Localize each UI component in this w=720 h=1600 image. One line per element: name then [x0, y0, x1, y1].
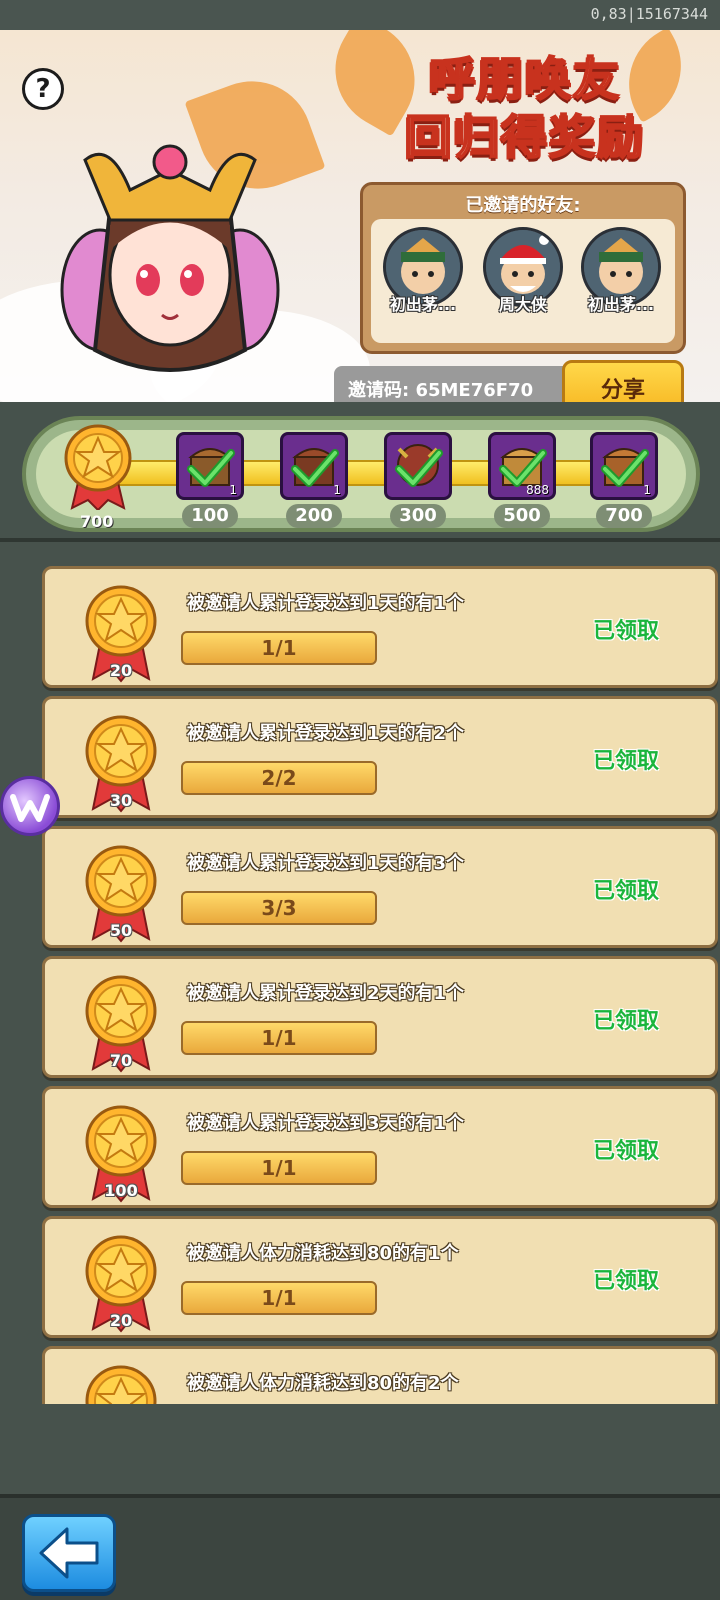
share-button[interactable]: 分享	[562, 360, 684, 402]
invite-friends-screen: 0,83|15167344 ? 呼朋唤友 回归得奖励 已邀请的好友: 初出茅..…	[0, 0, 720, 1600]
reward-points: 100	[104, 1181, 138, 1200]
invited-friends-panel: 已邀请的好友: 初出茅... 周大侠 初出茅...	[360, 182, 686, 354]
claimed-status[interactable]: 已领取	[593, 1263, 659, 1295]
task-progress-bar: 1/1	[181, 1021, 377, 1055]
milestone-chest[interactable]: 1 700	[590, 432, 658, 528]
reward-points: 70	[109, 1051, 133, 1070]
task-row: 70 被邀请人累计登录达到2天的有1个 1/1 已领取	[42, 956, 718, 1078]
task-description: 被邀请人体力消耗达到80的有2个	[187, 1373, 459, 1394]
milestone-points: 300	[390, 504, 446, 528]
invited-friends-list: 初出茅... 周大侠 初出茅...	[371, 219, 675, 343]
task-description: 被邀请人累计登录达到1天的有3个	[187, 853, 465, 874]
task-description: 被邀请人累计登录达到3天的有1个	[187, 1113, 465, 1134]
friend-item[interactable]: 周大侠	[475, 227, 571, 315]
friend-item[interactable]: 初出茅...	[375, 227, 471, 315]
task-list[interactable]: 20 被邀请人累计登录达到1天的有1个 1/1 已领取 30 被邀请人累计登录达…	[0, 546, 720, 1404]
friend-item[interactable]: 初出茅...	[573, 227, 669, 315]
milestone-chest[interactable]: 1 200	[280, 432, 348, 528]
treasure-chest-icon: 888	[488, 432, 556, 500]
treasure-chest-icon: 1	[280, 432, 348, 500]
chest-count: 1	[333, 483, 341, 497]
claimed-status[interactable]: 已领取	[593, 743, 659, 775]
star-medal-icon	[85, 1365, 157, 1404]
status-text: 0,83|15167344	[590, 5, 708, 23]
status-bar: 0,83|15167344	[0, 0, 720, 30]
task-row: 30 被邀请人累计登录达到1天的有2个 2/2 已领取	[42, 696, 718, 818]
milestone-points: 500	[494, 504, 550, 528]
task-progress-bar: 1/1	[181, 631, 377, 665]
milestone-chest[interactable]: 300	[384, 432, 452, 528]
friend-name: 周大侠	[498, 295, 547, 314]
reward-points: 20	[109, 1311, 133, 1330]
w-logo-icon[interactable]	[0, 776, 60, 836]
bottom-bar	[0, 1494, 720, 1600]
reward-points: 30	[109, 791, 133, 810]
hero-character-portrait	[60, 144, 280, 372]
task-description: 被邀请人累计登录达到2天的有1个	[187, 983, 465, 1004]
claimed-status[interactable]: 已领取	[593, 613, 659, 645]
task-description: 被邀请人累计登录达到1天的有2个	[187, 723, 465, 744]
star-medal-icon	[64, 424, 132, 510]
banner: ? 呼朋唤友 回归得奖励 已邀请的好友: 初出茅... 周大侠 初出茅... 邀…	[0, 30, 720, 402]
treasure-chest-icon: 1	[590, 432, 658, 500]
title-line-1: 呼朋唤友	[428, 51, 621, 107]
task-row: 被邀请人体力消耗达到80的有2个	[42, 1346, 718, 1404]
treasure-chest-icon: 1	[176, 432, 244, 500]
friend-name: 初出茅...	[389, 295, 457, 314]
claimed-status[interactable]: 已领取	[593, 1003, 659, 1035]
task-progress-bar: 1/1	[181, 1151, 377, 1185]
chest-count: 1	[643, 483, 651, 497]
invited-friends-title: 已邀请的好友:	[465, 195, 581, 216]
task-row: 20 被邀请人累计登录达到1天的有1个 1/1 已领取	[42, 566, 718, 688]
task-row: 50 被邀请人累计登录达到1天的有3个 3/3 已领取	[42, 826, 718, 948]
back-button[interactable]	[22, 1514, 116, 1592]
friend-name: 初出茅...	[587, 295, 655, 314]
invite-code[interactable]: 邀请码: 65ME76F70	[334, 366, 564, 402]
milestone-chest[interactable]: 888 500	[488, 432, 556, 528]
milestone-points: 100	[182, 504, 238, 528]
treasure-chest-icon	[384, 432, 452, 500]
claimed-status[interactable]: 已领取	[593, 873, 659, 905]
title-line-2: 回归得奖励	[404, 109, 645, 165]
task-description: 被邀请人体力消耗达到80的有1个	[187, 1243, 459, 1264]
task-row: 20 被邀请人体力消耗达到80的有1个 1/1 已领取	[42, 1216, 718, 1338]
claimed-status[interactable]: 已领取	[593, 1133, 659, 1165]
total-points: 700	[80, 512, 114, 531]
task-description: 被邀请人累计登录达到1天的有1个	[187, 593, 465, 614]
milestone-points: 700	[596, 504, 652, 528]
task-progress-bar: 2/2	[181, 761, 377, 795]
chest-count: 888	[526, 483, 549, 497]
task-progress-bar: 3/3	[181, 891, 377, 925]
reward-points: 20	[109, 661, 133, 680]
back-arrow-icon	[39, 1527, 99, 1579]
points-progress-track: 700 1 100 1 200 300 888 500 1 700	[0, 402, 720, 542]
event-title: 呼朋唤友 回归得奖励	[360, 50, 690, 166]
chest-count: 1	[229, 483, 237, 497]
task-progress-bar: 1/1	[181, 1281, 377, 1315]
task-row: 100 被邀请人累计登录达到3天的有1个 1/1 已领取	[42, 1086, 718, 1208]
reward-points: 50	[109, 921, 133, 940]
milestone-points: 200	[286, 504, 342, 528]
milestone-chest[interactable]: 1 100	[176, 432, 244, 528]
